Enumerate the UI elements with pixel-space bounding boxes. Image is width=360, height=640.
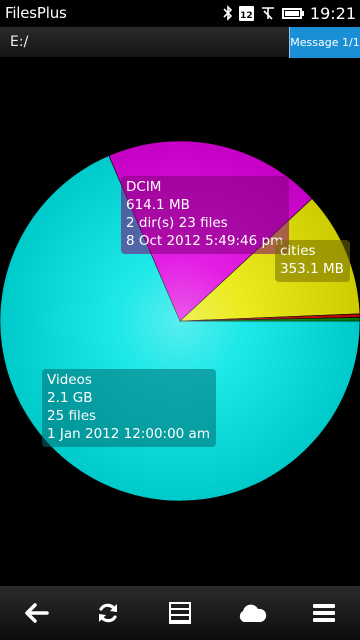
calendar-icon: 12 xyxy=(238,5,254,21)
status-icons: 12 19:21 xyxy=(223,0,356,26)
refresh-button[interactable] xyxy=(84,591,132,635)
battery-icon xyxy=(281,7,304,19)
slice-count: 25 files xyxy=(47,408,97,424)
slice-name: cities xyxy=(280,243,316,259)
no-signal-icon xyxy=(261,7,274,20)
slice-size: 614.1 MB xyxy=(126,197,190,213)
menu-button[interactable] xyxy=(300,591,348,635)
message-badge[interactable]: Message 1/1 xyxy=(289,27,360,58)
cloud-icon xyxy=(239,604,267,622)
app-title: FilesPlus xyxy=(5,4,67,22)
status-bar: FilesPlus 12 19:21 xyxy=(0,0,360,26)
pie-chart: DCIM 614.1 MB 2 dir(s) 23 files 8 Oct 20… xyxy=(0,58,360,586)
slice-size: 2.1 GB xyxy=(47,390,93,406)
slice-date: 8 Oct 2012 5:49:46 pm xyxy=(126,233,284,249)
bottom-toolbar xyxy=(0,586,360,640)
pie-chart-svg xyxy=(0,140,360,502)
slice-info-dcim[interactable]: DCIM 614.1 MB 2 dir(s) 23 files 8 Oct 20… xyxy=(121,176,290,254)
slice-info-videos[interactable]: Videos 2.1 GB 25 files 1 Jan 2012 12:00:… xyxy=(42,369,216,447)
slice-name: Videos xyxy=(47,372,92,388)
bluetooth-icon xyxy=(223,5,233,21)
current-path: E:/ xyxy=(10,34,29,50)
slice-count: 2 dir(s) 23 files xyxy=(126,215,228,231)
clock: 19:21 xyxy=(309,3,356,23)
back-button[interactable] xyxy=(12,591,60,635)
slice-date: 1 Jan 2012 12:00:00 am xyxy=(47,426,210,442)
list-icon xyxy=(169,602,191,624)
cloud-button[interactable] xyxy=(228,591,276,635)
slice-info-cities[interactable]: cities 353.1 MB xyxy=(275,240,350,282)
back-arrow-icon xyxy=(25,603,49,623)
list-button[interactable] xyxy=(156,591,204,635)
slice-name: DCIM xyxy=(126,179,162,195)
slice-size: 353.1 MB xyxy=(280,261,344,277)
refresh-icon xyxy=(99,603,117,623)
menu-icon xyxy=(313,604,335,622)
